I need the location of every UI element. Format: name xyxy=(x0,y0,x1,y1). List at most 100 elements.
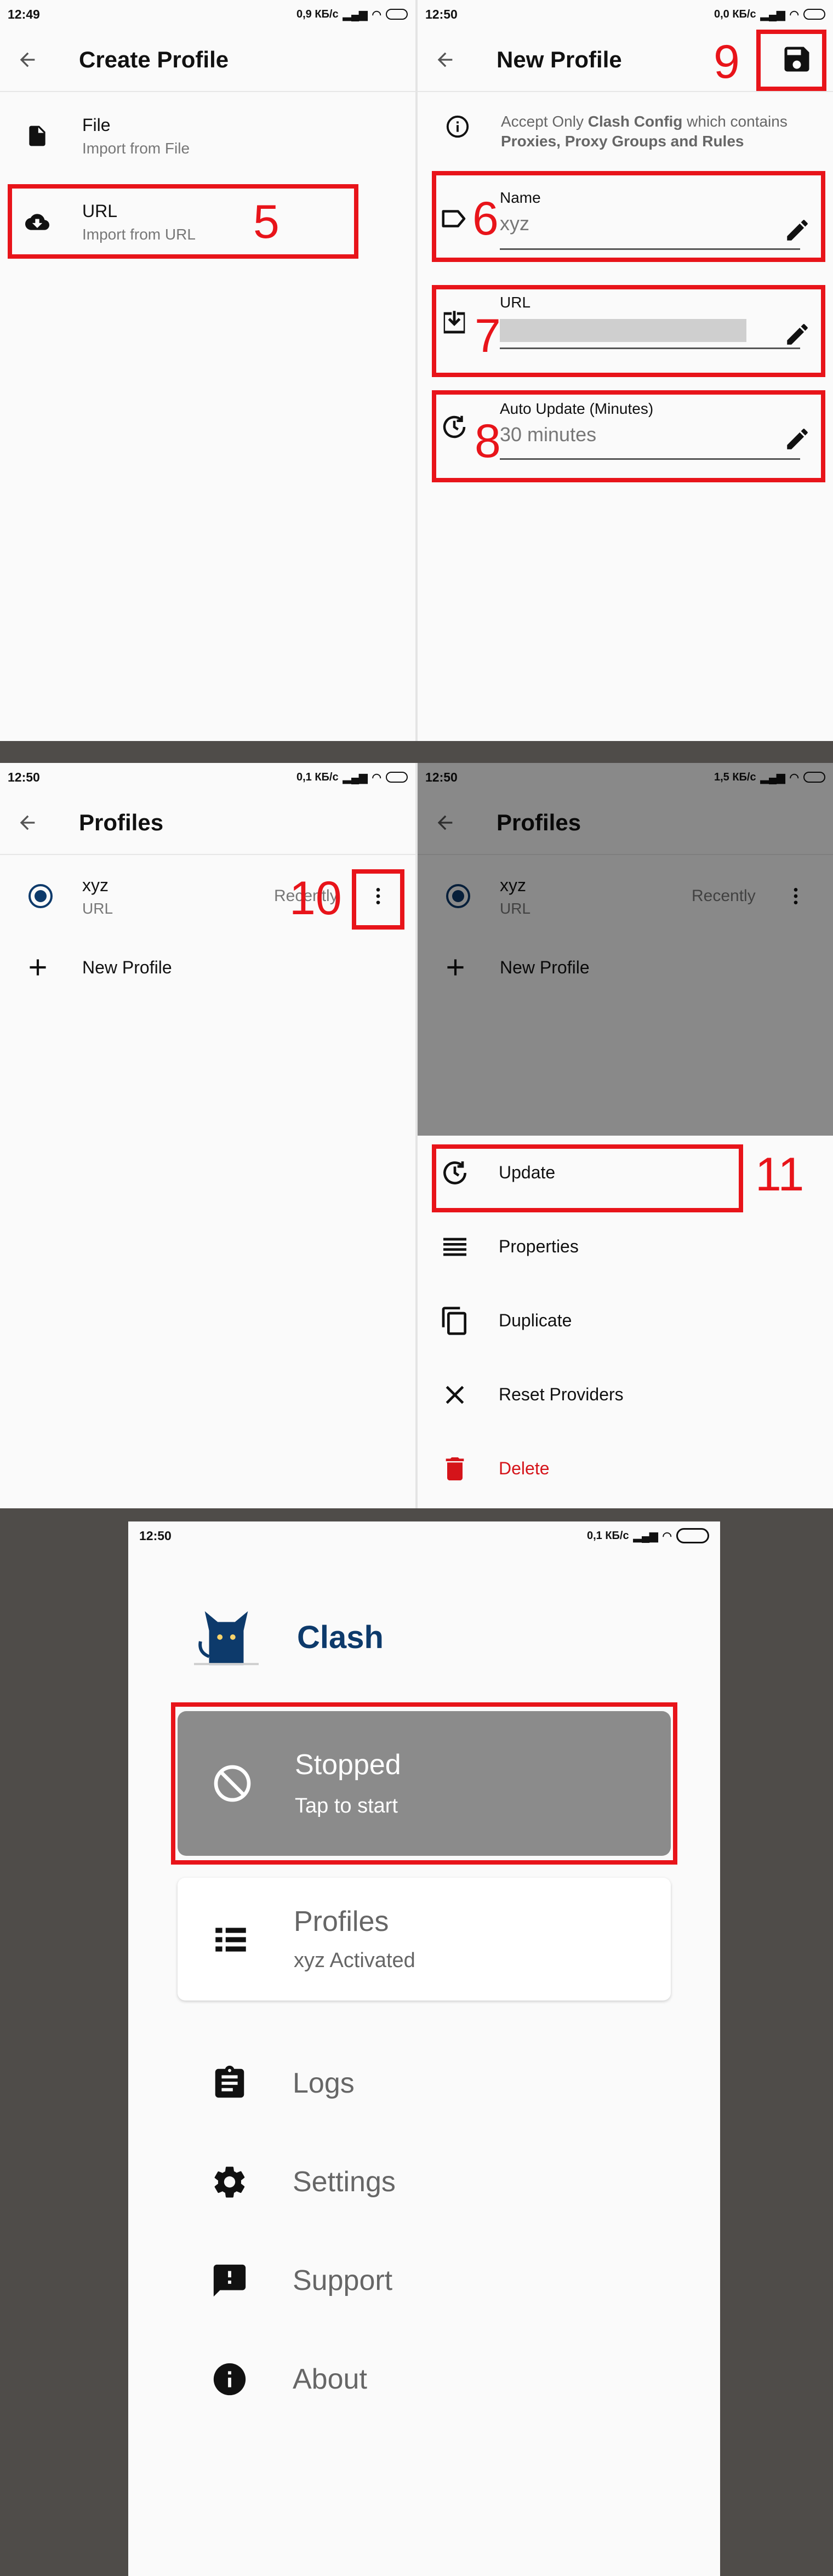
back-arrow-icon[interactable] xyxy=(12,807,43,838)
menu-reset-providers[interactable]: Reset Providers xyxy=(418,1358,833,1432)
nav-label: Logs xyxy=(293,2067,355,2099)
menu-properties[interactable]: Properties xyxy=(418,1210,833,1284)
block-icon xyxy=(210,1762,254,1805)
close-icon xyxy=(446,1386,464,1404)
battery-icon xyxy=(386,9,408,20)
cloud-download-icon xyxy=(22,207,53,237)
nav-label: About xyxy=(293,2363,367,2395)
step-number: 7 xyxy=(475,310,501,362)
step-number: 8 xyxy=(475,415,501,468)
more-vert-icon[interactable] xyxy=(367,880,389,913)
status-bar: 12:50 0,1 КБ/с ▂▄▆ ◠ xyxy=(0,763,415,791)
profiles-card[interactable]: Profiles xyz Activated xyxy=(178,1878,671,2001)
field-label: Auto Update (Minutes) xyxy=(500,400,654,417)
network-speed: 0,9 КБ/с xyxy=(296,8,339,20)
info-mid: which contains xyxy=(682,113,788,130)
menu-label: Duplicate xyxy=(499,1310,572,1330)
app-bar: Create Profile xyxy=(0,29,415,92)
field-label: Name xyxy=(500,189,541,206)
info-icon xyxy=(445,114,470,139)
radio-selected[interactable] xyxy=(28,884,53,908)
step-number: 6 xyxy=(472,192,499,245)
list-icon xyxy=(210,1919,251,1960)
menu-label: Reset Providers xyxy=(499,1384,624,1404)
feedback-icon xyxy=(213,2264,246,2297)
profiles-title: Profiles xyxy=(294,1906,389,1937)
network-speed: 0,1 КБ/с xyxy=(296,771,339,783)
status-card-stopped[interactable]: Stopped Tap to start xyxy=(178,1711,671,1856)
save-icon[interactable] xyxy=(780,43,813,76)
step-number: 10 xyxy=(289,872,342,925)
url-input-redacted[interactable] xyxy=(500,319,746,342)
download-box-icon xyxy=(438,307,470,339)
nav-support[interactable]: Support xyxy=(128,2250,720,2311)
app-name: Clash xyxy=(297,1620,384,1655)
status-title: Stopped xyxy=(295,1749,401,1781)
step-number: 9 xyxy=(714,36,740,88)
battery-icon xyxy=(803,9,825,20)
page-title: New Profile xyxy=(497,47,622,72)
clash-cat-logo-icon xyxy=(194,1603,259,1667)
info-line2: Proxies, Proxy Groups and Rules xyxy=(501,133,744,150)
page-title: Create Profile xyxy=(79,47,229,72)
menu-duplicate[interactable]: Duplicate xyxy=(418,1284,833,1358)
status-time: 12:50 xyxy=(8,770,40,784)
new-profile-label: New Profile xyxy=(82,957,172,977)
label-tag-icon xyxy=(440,204,469,233)
wifi-icon: ◠ xyxy=(662,1530,672,1542)
trash-icon xyxy=(446,1457,464,1480)
item-sub: Import from File xyxy=(82,139,190,157)
copy-icon xyxy=(442,1306,466,1335)
back-arrow-icon[interactable] xyxy=(12,44,43,75)
signal-icon: ▂▄▆ xyxy=(760,8,785,21)
clash-home-screen: 12:50 0,1 КБ/с ▂▄▆ ◠ Clash Stopped Tap t… xyxy=(128,1521,720,2576)
status-bar: 12:50 0,1 КБ/с ▂▄▆ ◠ xyxy=(128,1521,720,1550)
auto-update-input[interactable]: 30 minutes xyxy=(500,423,800,446)
nav-about[interactable]: About xyxy=(128,2349,720,2409)
page-title: Profiles xyxy=(79,810,164,835)
info-bold: Clash Config xyxy=(587,113,683,130)
status-bar: 12:50 0,0 КБ/с ▂▄▆ ◠ xyxy=(418,0,833,29)
file-icon xyxy=(22,121,53,151)
app-bar: Profiles xyxy=(0,791,415,855)
step-number: 11 xyxy=(755,1148,805,1201)
edit-pencil-icon[interactable] xyxy=(784,321,811,348)
name-input[interactable]: xyz xyxy=(500,212,800,235)
profile-row[interactable]: xyz URL Recently xyxy=(0,860,415,932)
scrim-overlay[interactable] xyxy=(418,763,833,1136)
status-time: 12:50 xyxy=(139,1528,172,1543)
import-url-item[interactable]: URL Import from URL xyxy=(0,181,415,263)
profiles-screen: 12:50 0,1 КБ/с ▂▄▆ ◠ Profiles xyz URL Rec… xyxy=(0,763,415,1508)
nav-logs[interactable]: Logs xyxy=(128,2053,720,2113)
edit-pencil-icon[interactable] xyxy=(784,216,811,244)
url-field[interactable]: URL xyxy=(500,294,800,354)
import-file-item[interactable]: File Import from File xyxy=(0,98,415,174)
field-label: URL xyxy=(500,294,531,311)
menu-label: Delete xyxy=(499,1458,550,1478)
edit-pencil-icon[interactable] xyxy=(784,425,811,453)
update-icon xyxy=(443,1161,466,1184)
network-speed: 0,1 КБ/с xyxy=(586,1529,629,1542)
new-profile-item[interactable]: New Profile xyxy=(0,937,415,998)
profiles-subtitle: xyz Activated xyxy=(294,1949,415,1972)
info-prefix: Accept Only xyxy=(501,113,588,130)
gear-icon xyxy=(214,2167,245,2198)
history-clock-icon xyxy=(440,412,469,442)
clipboard-icon xyxy=(215,2065,244,2098)
name-field[interactable]: Name xyz xyxy=(500,189,800,250)
nav-settings[interactable]: Settings xyxy=(128,2152,720,2212)
signal-icon: ▂▄▆ xyxy=(343,771,368,784)
network-speed: 0,0 КБ/с xyxy=(714,8,756,20)
info-text: Accept Only Clash Config which contains … xyxy=(501,112,788,151)
item-label: File xyxy=(82,115,111,135)
profile-name: xyz xyxy=(82,875,109,895)
wifi-icon: ◠ xyxy=(372,8,381,21)
back-arrow-icon[interactable] xyxy=(430,44,460,75)
new-profile-screen: 12:50 0,0 КБ/с ▂▄▆ ◠ New Profile 9 Accep… xyxy=(418,0,833,741)
profile-menu-screen: 12:50 1,5 КБ/с ▂▄▆ ◠ Profiles xyz URL Rec… xyxy=(418,763,833,1508)
wifi-icon: ◠ xyxy=(789,8,799,21)
plus-icon xyxy=(24,954,52,981)
auto-update-field[interactable]: Auto Update (Minutes) 30 minutes xyxy=(500,400,800,460)
menu-delete[interactable]: Delete xyxy=(418,1432,833,1506)
signal-icon: ▂▄▆ xyxy=(343,8,368,21)
